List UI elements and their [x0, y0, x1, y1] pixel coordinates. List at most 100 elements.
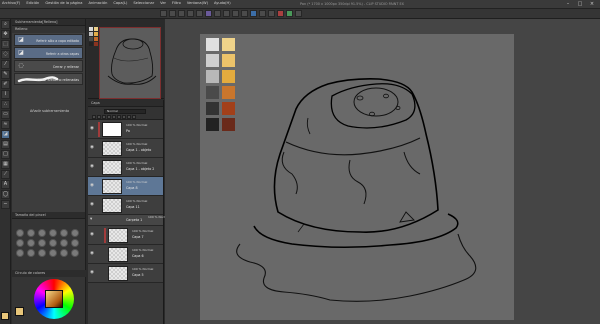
navigator-swatch[interactable]: [89, 27, 93, 31]
brush-size-preset[interactable]: [71, 249, 79, 257]
navigator-swatch[interactable]: [89, 42, 93, 46]
merge-down-icon[interactable]: [107, 115, 111, 119]
brush-icon[interactable]: ⌇: [1, 90, 10, 99]
subtool-item[interactable]: ◪ Referir sólo a capa editada: [14, 34, 83, 46]
menu-capa[interactable]: Capa(L): [113, 1, 127, 5]
brush-size-preset[interactable]: [60, 229, 68, 237]
new-vector-layer-icon[interactable]: [97, 115, 101, 119]
brush-size-preset[interactable]: [71, 239, 79, 247]
menu-filtro[interactable]: Filtro: [172, 1, 181, 5]
eye-icon[interactable]: ◉: [90, 202, 95, 207]
brush-size-preset[interactable]: [60, 249, 68, 257]
layer-row[interactable]: ◉ 100 % Normal Capa 8: [88, 177, 163, 196]
correct-line-icon[interactable]: ∼: [1, 200, 10, 209]
color-wheel[interactable]: [34, 279, 74, 319]
current-color-swatch[interactable]: [15, 307, 24, 316]
blend-icon[interactable]: ≈: [1, 120, 10, 129]
menu-edicion[interactable]: Edición: [26, 1, 39, 5]
maximize-icon[interactable]: □: [574, 0, 586, 8]
eyedropper-icon[interactable]: ⁄: [1, 60, 10, 69]
zoom-icon[interactable]: ⌕: [1, 20, 10, 29]
subtool-item[interactable]: ◪ Referir a otras capas: [14, 47, 83, 59]
brush-size-preset[interactable]: [49, 249, 57, 257]
clip-studio-icon[interactable]: [205, 10, 212, 17]
clip-icon[interactable]: [122, 115, 126, 119]
brush-size-preset[interactable]: [27, 229, 35, 237]
subtool-tab[interactable]: Subherramienta[Relleno]: [12, 19, 85, 26]
ruler-tool-icon[interactable]: ⟋: [1, 170, 10, 179]
menu-ventana[interactable]: Ventana(W): [187, 1, 208, 5]
redo-icon[interactable]: [196, 10, 203, 17]
brush-size-preset[interactable]: [38, 249, 46, 257]
undo-icon[interactable]: [187, 10, 194, 17]
eye-icon[interactable]: ◉: [90, 126, 95, 131]
layer-row[interactable]: ◉ 100 % Normal Capa 5: [88, 264, 163, 283]
new-folder-icon[interactable]: [102, 115, 106, 119]
eye-icon[interactable]: ◉: [90, 232, 95, 237]
brush-size-preset[interactable]: [16, 249, 24, 257]
balloon-icon[interactable]: ◯: [1, 190, 10, 199]
navigator-swatch[interactable]: [89, 32, 93, 36]
save-icon[interactable]: [178, 10, 185, 17]
fill-icon[interactable]: [223, 10, 230, 17]
brush-size-preset[interactable]: [71, 229, 79, 237]
brush-size-preset[interactable]: [38, 229, 46, 237]
text-icon[interactable]: A: [1, 180, 10, 189]
eye-icon[interactable]: ◉: [90, 251, 95, 256]
eye-icon[interactable]: ◉: [90, 183, 95, 188]
share-icon[interactable]: [286, 10, 293, 17]
menu-ayuda[interactable]: Ayuda(H): [214, 1, 231, 5]
navigator-swatch[interactable]: [89, 37, 93, 41]
brush-size-preset[interactable]: [60, 239, 68, 247]
layer-row[interactable]: ◉ 100 % Normal Capa 6: [88, 245, 163, 264]
layer-row[interactable]: ◉ 100 % Normal Capa 7: [88, 226, 163, 245]
open-icon[interactable]: [169, 10, 176, 17]
close-icon[interactable]: ×: [586, 0, 598, 8]
select-icon[interactable]: ⬚: [1, 40, 10, 49]
navigator-swatch[interactable]: [94, 37, 98, 41]
saturation-value-square[interactable]: [45, 290, 63, 308]
brush-size-preset[interactable]: [49, 229, 57, 237]
assets-icon[interactable]: [250, 10, 257, 17]
menu-seleccionar[interactable]: Seleccionar: [133, 1, 154, 5]
eye-icon[interactable]: ◉: [90, 270, 95, 275]
add-subtool-button[interactable]: Añadir subherramienta: [30, 109, 69, 113]
menu-ver[interactable]: Ver: [160, 1, 166, 5]
layer-row[interactable]: ◉ 100 % Normal Capa 11: [88, 196, 163, 215]
minimize-icon[interactable]: –: [562, 0, 574, 8]
navigator-swatch[interactable]: [94, 32, 98, 36]
delete-layer-icon[interactable]: [132, 115, 136, 119]
menu-gestion-pagina[interactable]: Gestión de la página: [45, 1, 82, 5]
reference-icon[interactable]: [127, 115, 131, 119]
folder-icon[interactable]: ▾: [90, 217, 95, 222]
navigator-thumbnail[interactable]: [99, 27, 161, 99]
clear-icon[interactable]: [214, 10, 221, 17]
brush-size-preset[interactable]: [16, 229, 24, 237]
deselect-icon[interactable]: [241, 10, 248, 17]
new-file-icon[interactable]: [160, 10, 167, 17]
ruler-icon[interactable]: [268, 10, 275, 17]
settings-icon[interactable]: [295, 10, 302, 17]
pencil-icon[interactable]: ✐: [1, 80, 10, 89]
brush-size-preset[interactable]: [27, 239, 35, 247]
brush-size-preset[interactable]: [49, 239, 57, 247]
subtool-item[interactable]: ◌ Cerrar y rellenar: [14, 60, 83, 72]
blend-mode-select[interactable]: Normal: [104, 109, 146, 114]
gradient-icon[interactable]: ▤: [1, 140, 10, 149]
fill-tool-icon[interactable]: ◪: [1, 130, 10, 139]
canvas[interactable]: [200, 34, 514, 320]
eraser-icon[interactable]: ▭: [1, 110, 10, 119]
navigator-swatch[interactable]: [94, 42, 98, 46]
airbrush-icon[interactable]: ∴: [1, 100, 10, 109]
brush-size-preset[interactable]: [38, 239, 46, 247]
layer-row[interactable]: ◉ 100 % Normal Capa 1 - objeto: [88, 139, 163, 158]
pen-icon[interactable]: ✎: [1, 70, 10, 79]
menu-archivo[interactable]: Archivo(F): [2, 1, 20, 5]
figure-icon[interactable]: □: [1, 150, 10, 159]
snap-icon[interactable]: [259, 10, 266, 17]
new-layer-icon[interactable]: [92, 115, 96, 119]
eye-icon[interactable]: ◉: [90, 164, 95, 169]
layer-row[interactable]: ◉ 100 % Normal Pa: [88, 120, 163, 139]
navigator-swatch[interactable]: [94, 27, 98, 31]
layer-row[interactable]: ◉ 100 % Normal Capa 1 - objeto 2: [88, 158, 163, 177]
